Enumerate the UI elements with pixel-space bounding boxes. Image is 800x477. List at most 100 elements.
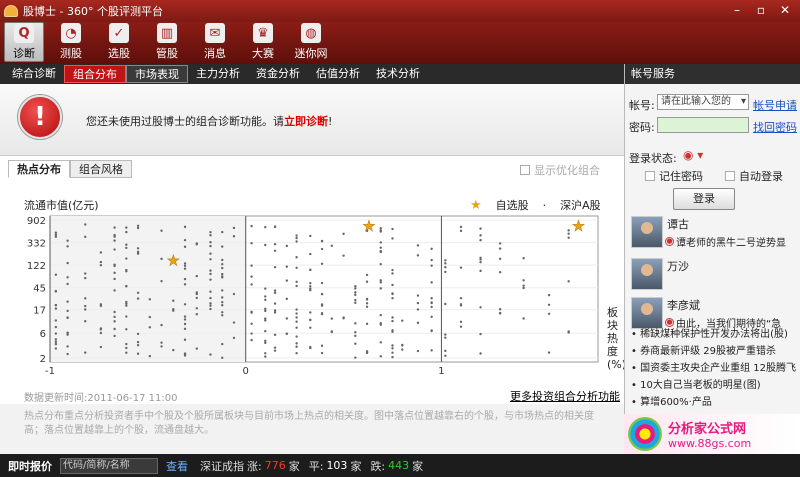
data-point [209, 307, 212, 311]
data-point [430, 349, 433, 352]
data-point [416, 301, 420, 305]
user-message[interactable]: ● 谭老师的黑牛二号逆势显 [665, 234, 786, 249]
tab-1[interactable]: 组合分布 [64, 65, 126, 83]
tab-2[interactable]: 市场表现 [126, 65, 188, 83]
data-point [430, 305, 433, 309]
data-point [342, 232, 345, 236]
data-point [522, 286, 525, 290]
data-point [444, 336, 447, 339]
news-item[interactable]: 算增600%·产品 [625, 394, 800, 411]
data-point [522, 284, 525, 287]
data-point [547, 351, 551, 354]
tab-6[interactable]: 技术分析 [368, 65, 428, 83]
toolbar-item-3[interactable]: ▥ 管股 [146, 22, 188, 62]
data-point [416, 308, 420, 311]
data-point [498, 247, 502, 250]
alert-icon: ! [18, 95, 62, 139]
user-item[interactable]: 谭古 ● 谭老师的黑牛二号逆势显 [625, 216, 800, 258]
data-point [295, 240, 298, 243]
news-item[interactable]: 国资委主攻央企产业重组 12股腾飞 [625, 360, 800, 377]
status-select-icon[interactable]: ◉ ▾ [683, 148, 703, 162]
data-point [99, 264, 103, 267]
diagnose-now-link[interactable]: 立即诊断 [284, 115, 328, 128]
tab-3[interactable]: 主力分析 [188, 65, 248, 83]
toolbar-item-1[interactable]: ◔ 测股 [50, 22, 92, 62]
data-point [209, 304, 212, 307]
toolbar-item-6[interactable]: ◍ 迷你网 [290, 22, 332, 62]
tab-5[interactable]: 估值分析 [308, 65, 368, 83]
login-button[interactable]: 登录 [673, 188, 735, 210]
user-item[interactable]: 万沙 [625, 258, 800, 300]
restore-button[interactable]: ▫ [750, 2, 772, 19]
close-button[interactable]: ✕ [774, 2, 796, 19]
data-point [113, 277, 116, 281]
news-item[interactable]: 稀缺煤种保护性开发办法将出(股) [625, 326, 800, 343]
data-point [264, 298, 267, 301]
data-point [273, 346, 277, 349]
password-input[interactable] [657, 117, 749, 133]
data-point [430, 264, 433, 267]
data-point [498, 242, 502, 245]
news-item[interactable]: 10大自己当老板的明星(图) [625, 377, 800, 394]
more-analysis-link[interactable]: 更多投资组合分析功能 [510, 388, 620, 404]
auto-login-checkbox[interactable] [725, 171, 735, 181]
data-point [273, 249, 277, 252]
tab-0[interactable]: 综合诊断 [4, 65, 64, 83]
data-point [444, 349, 447, 353]
data-point [125, 257, 128, 260]
data-point [66, 261, 69, 265]
minimize-button[interactable]: – [726, 2, 748, 19]
data-point [183, 303, 187, 306]
data-point [172, 299, 175, 302]
account-input[interactable]: 请在此输入您的 ▾ [657, 94, 749, 110]
side-axis-label: 板块热度(%) [607, 306, 627, 371]
data-point [354, 322, 357, 325]
data-point [84, 308, 87, 311]
view-button[interactable]: 查看 [166, 458, 188, 474]
data-point [221, 275, 224, 278]
data-point [309, 268, 312, 271]
data-point [430, 247, 433, 251]
find-password-link[interactable]: 找回密码 [753, 119, 797, 135]
data-point [430, 281, 433, 284]
toolbar-item-4[interactable]: ✉ 消息 [194, 22, 236, 62]
account-apply-link[interactable]: 帐号申请 [753, 97, 797, 113]
data-point [232, 226, 236, 230]
remember-password-option[interactable]: 记住密码 [645, 168, 703, 184]
data-point [264, 352, 267, 355]
news-item[interactable]: 券商最新评级 29股被严重错杀 [625, 343, 800, 360]
data-point [209, 278, 212, 281]
data-point [125, 315, 128, 318]
quote-search-input[interactable]: 代码/简称/名称 [60, 457, 158, 474]
data-point [264, 243, 267, 247]
data-point [125, 328, 128, 331]
tab-4[interactable]: 资金分析 [248, 65, 308, 83]
subtab-1[interactable]: 组合风格 [70, 160, 132, 178]
toolbar-item-0[interactable]: Q 诊断 [4, 22, 44, 62]
toolbar-item-2[interactable]: ✓ 选股 [98, 22, 140, 62]
data-point [309, 287, 312, 290]
update-time: 数据更新时间:2011-06-17 11:00 [24, 393, 178, 404]
data-point [320, 351, 324, 355]
subtab-0[interactable]: 热点分布 [8, 160, 70, 178]
show-optimized-checkbox[interactable] [520, 165, 530, 175]
data-point [221, 296, 224, 299]
data-point [160, 323, 163, 327]
data-point [113, 271, 116, 275]
data-point [320, 312, 324, 316]
data-point [54, 340, 58, 344]
show-optimized-option[interactable]: 显示优化组合 [520, 162, 600, 178]
toolbar-item-5[interactable]: ♛ 大赛 [242, 22, 284, 62]
data-point [379, 313, 382, 317]
dropdown-arrow-icon[interactable]: ▾ [741, 95, 746, 109]
remember-checkbox[interactable] [645, 171, 655, 181]
account-label: 帐号: [629, 99, 655, 112]
data-point [195, 292, 198, 296]
auto-login-option[interactable]: 自动登录 [725, 168, 783, 184]
data-point [209, 234, 212, 237]
data-point [250, 322, 253, 326]
data-point [221, 230, 224, 234]
star-marker-icon: ★ [362, 217, 375, 235]
hotspot-scatter-chart[interactable]: 902 332 122 45 17 6 2-1 0 1 ★ ★ ★ [20, 212, 602, 374]
notice-banner: ! 您还未使用过股博士的组合诊断功能。请立即诊断! [0, 84, 624, 156]
